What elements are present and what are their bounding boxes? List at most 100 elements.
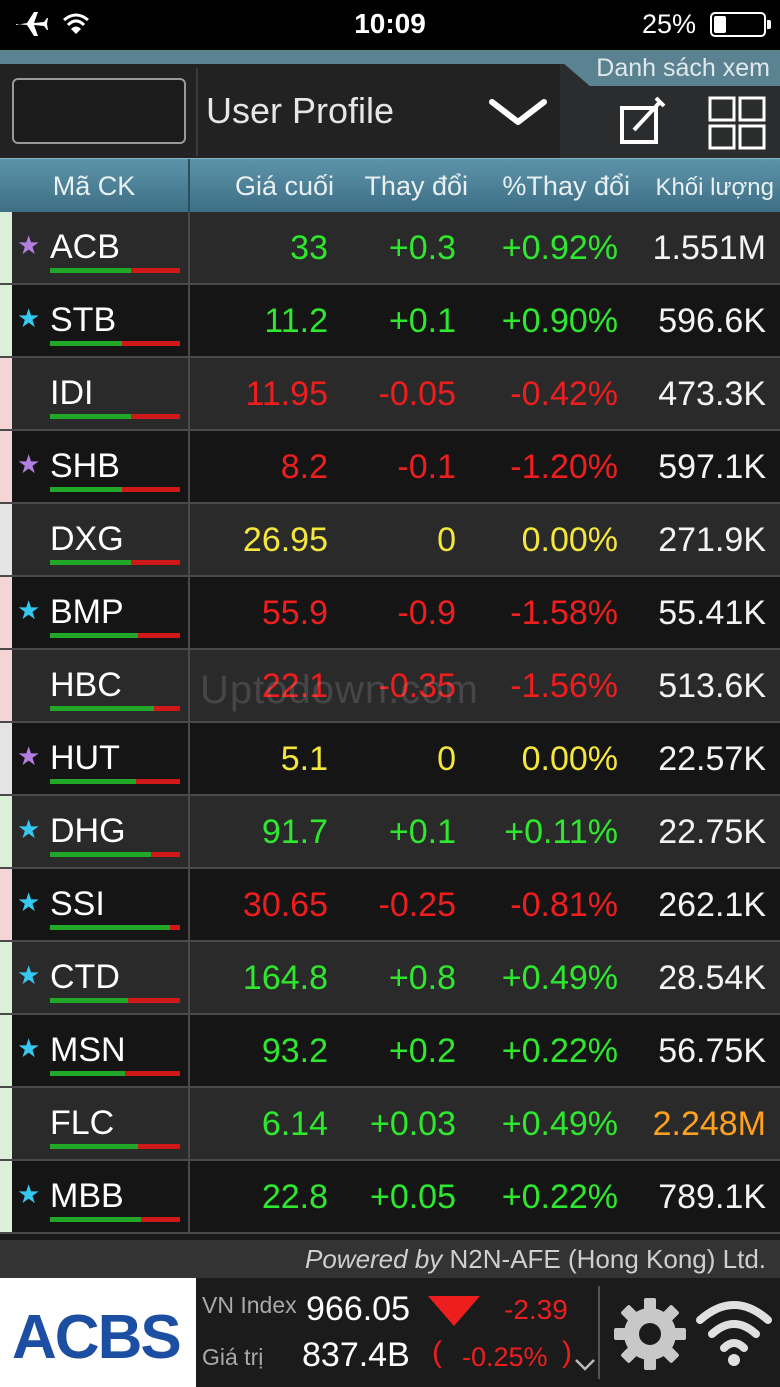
chevron-down-icon[interactable]	[488, 96, 548, 130]
brand-logo-box[interactable]: ACBS	[0, 1278, 196, 1387]
symbol-cell[interactable]: ★ CTD	[12, 942, 188, 1013]
column-header-volume[interactable]: Khối lượng	[655, 174, 774, 202]
symbol-code[interactable]: DHG	[50, 812, 126, 851]
table-row[interactable]: ★ SSI 30.65 -0.25 -0.81% 262.1K	[0, 869, 780, 942]
table-row[interactable]: ★ BMP 55.9 -0.9 -1.58% 55.41K	[0, 577, 780, 650]
symbol-cell[interactable]: ★ MSN	[12, 1015, 188, 1086]
column-header-code[interactable]: Mã CK	[0, 171, 188, 202]
percent-change: +0.22%	[501, 1178, 618, 1216]
symbol-cell[interactable]: ★ SHB	[12, 431, 188, 502]
symbol-code[interactable]: ACB	[50, 228, 120, 267]
watchlist-tab-label[interactable]: Danh sách xem	[596, 54, 770, 83]
price-change: +0.1	[388, 813, 456, 851]
quote-cell[interactable]: 8.2 -0.1 -1.20% 597.1K	[190, 431, 780, 502]
star-icon[interactable]: ★	[17, 303, 40, 334]
price-change: +0.3	[388, 229, 456, 267]
volume: 28.54K	[658, 959, 766, 997]
row-trend-stripe	[0, 942, 12, 1013]
quote-cell[interactable]: 33 +0.3 +0.92% 1.551M	[190, 212, 780, 283]
symbol-cell[interactable]: ★ SSI	[12, 869, 188, 940]
table-row[interactable]: DXG 26.95 0 0.00% 271.9K	[0, 504, 780, 577]
symbol-cell[interactable]: DXG	[12, 504, 188, 575]
symbol-cell[interactable]: ★ HUT	[12, 723, 188, 794]
column-header-last-price[interactable]: Giá cuối	[235, 171, 334, 202]
star-icon[interactable]: ★	[17, 814, 40, 845]
symbol-search-input[interactable]	[12, 78, 186, 144]
grid-layout-icon[interactable]	[708, 96, 766, 150]
percent-change: +0.22%	[501, 1032, 618, 1070]
star-icon[interactable]: ★	[17, 449, 40, 480]
table-row[interactable]: ★ ACB 33 +0.3 +0.92% 1.551M	[0, 212, 780, 285]
symbol-cell[interactable]: IDI	[12, 358, 188, 429]
symbol-cell[interactable]: ★ MBB	[12, 1161, 188, 1232]
star-icon[interactable]: ★	[17, 1179, 40, 1210]
quote-cell[interactable]: 55.9 -0.9 -1.58% 55.41K	[190, 577, 780, 648]
symbol-cell[interactable]: FLC	[12, 1088, 188, 1159]
last-price: 91.7	[261, 813, 328, 851]
table-row[interactable]: ★ CTD 164.8 +0.8 +0.49% 28.54K	[0, 942, 780, 1015]
battery-icon	[710, 12, 771, 37]
symbol-cell[interactable]: ★ STB	[12, 285, 188, 356]
symbol-code[interactable]: DXG	[50, 520, 124, 559]
table-row[interactable]: ★ MSN 93.2 +0.2 +0.22% 56.75K	[0, 1015, 780, 1088]
price-change: -0.1	[397, 448, 456, 486]
table-row[interactable]: ★ STB 11.2 +0.1 +0.90% 596.6K	[0, 285, 780, 358]
symbol-code[interactable]: FLC	[50, 1104, 114, 1143]
gear-icon[interactable]	[612, 1296, 688, 1372]
table-row[interactable]: ★ HUT 5.1 0 0.00% 22.57K	[0, 723, 780, 796]
star-icon[interactable]: ★	[17, 741, 40, 772]
quote-cell[interactable]: 11.2 +0.1 +0.90% 596.6K	[190, 285, 780, 356]
symbol-code[interactable]: HBC	[50, 666, 122, 705]
symbol-code[interactable]: MSN	[50, 1031, 126, 1070]
star-icon[interactable]: ★	[17, 887, 40, 918]
percent-change: +0.49%	[501, 959, 618, 997]
symbol-code[interactable]: CTD	[50, 958, 120, 997]
table-row[interactable]: ★ SHB 8.2 -0.1 -1.20% 597.1K	[0, 431, 780, 504]
star-icon[interactable]: ★	[17, 1033, 40, 1064]
logo-text: ACBS	[12, 1303, 182, 1372]
quote-cell[interactable]: 91.7 +0.1 +0.11% 22.75K	[190, 796, 780, 867]
quote-cell[interactable]: 164.8 +0.8 +0.49% 28.54K	[190, 942, 780, 1013]
quote-cell[interactable]: 6.14 +0.03 +0.49% 2.248M	[190, 1088, 780, 1159]
star-icon[interactable]: ★	[17, 960, 40, 991]
volume: 789.1K	[658, 1178, 766, 1216]
quote-cell[interactable]: 30.65 -0.25 -0.81% 262.1K	[190, 869, 780, 940]
expand-chevron-icon[interactable]	[574, 1358, 596, 1372]
symbol-code[interactable]: SSI	[50, 885, 105, 924]
symbol-code[interactable]: STB	[50, 301, 116, 340]
symbol-cell[interactable]: ★ ACB	[12, 212, 188, 283]
quote-cell[interactable]: 22.8 +0.05 +0.22% 789.1K	[190, 1161, 780, 1232]
quote-cell[interactable]: 11.95 -0.05 -0.42% 473.3K	[190, 358, 780, 429]
column-header-percent-change[interactable]: %Thay đổi	[502, 171, 630, 202]
star-icon[interactable]: ★	[17, 230, 40, 261]
table-row[interactable]: ★ MBB 22.8 +0.05 +0.22% 789.1K	[0, 1161, 780, 1234]
symbol-cell[interactable]: ★ BMP	[12, 577, 188, 648]
symbol-code[interactable]: HUT	[50, 739, 120, 778]
column-header-change[interactable]: Thay đổi	[364, 171, 468, 202]
bid-ask-ratio-bar	[50, 852, 180, 857]
price-change: 0	[437, 740, 456, 778]
symbol-code[interactable]: BMP	[50, 593, 124, 632]
row-trend-stripe	[0, 212, 12, 283]
price-change: -0.9	[397, 594, 456, 632]
table-row[interactable]: IDI 11.95 -0.05 -0.42% 473.3K	[0, 358, 780, 431]
row-trend-stripe	[0, 577, 12, 648]
edit-icon[interactable]	[618, 96, 666, 146]
table-row[interactable]: FLC 6.14 +0.03 +0.49% 2.248M	[0, 1088, 780, 1161]
symbol-cell[interactable]: ★ DHG	[12, 796, 188, 867]
profile-selector-label[interactable]: User Profile	[206, 90, 394, 132]
quote-cell[interactable]: 93.2 +0.2 +0.22% 56.75K	[190, 1015, 780, 1086]
bid-ask-ratio-bar	[50, 706, 180, 711]
symbol-code[interactable]: MBB	[50, 1177, 124, 1216]
quote-cell[interactable]: 26.95 0 0.00% 271.9K	[190, 504, 780, 575]
star-icon[interactable]: ★	[17, 595, 40, 626]
table-row[interactable]: ★ DHG 91.7 +0.1 +0.11% 22.75K	[0, 796, 780, 869]
symbol-cell[interactable]: HBC	[12, 650, 188, 721]
symbol-code[interactable]: SHB	[50, 447, 120, 486]
connection-wifi-icon[interactable]	[696, 1296, 772, 1368]
quote-cell[interactable]: 5.1 0 0.00% 22.57K	[190, 723, 780, 794]
last-price: 164.8	[242, 959, 328, 997]
row-trend-stripe	[0, 431, 12, 502]
volume: 262.1K	[658, 886, 766, 924]
symbol-code[interactable]: IDI	[50, 374, 93, 413]
